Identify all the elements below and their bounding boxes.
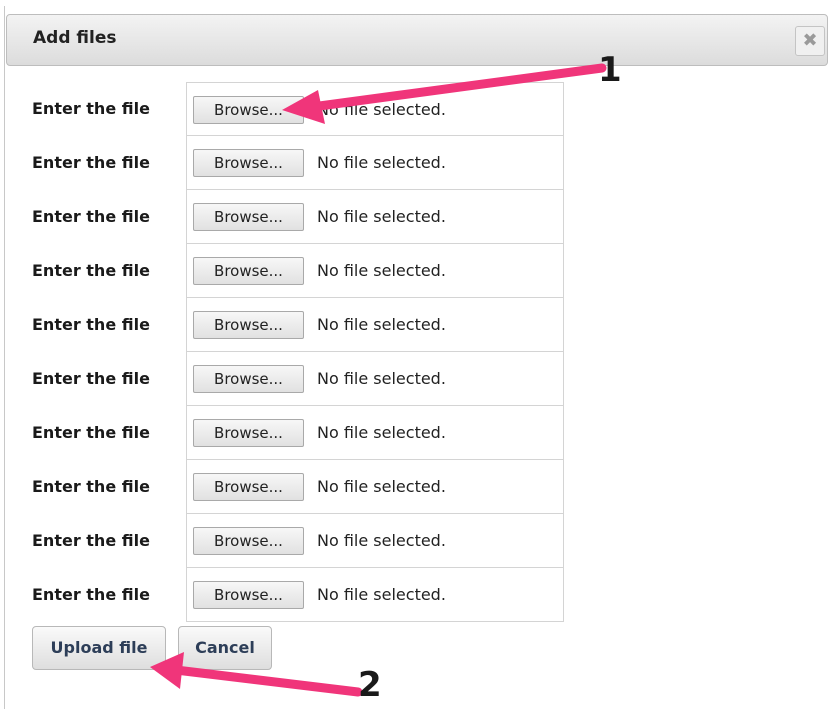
file-input[interactable]: Browse... No file selected. [186,298,564,352]
file-input[interactable]: Browse... No file selected. [186,244,564,298]
callout-number: 2 [358,665,382,705]
file-status: No file selected. [317,531,446,550]
file-input[interactable]: Browse... No file selected. [186,460,564,514]
file-input[interactable]: Browse... No file selected. [186,82,564,136]
file-row-label: Enter the file [32,369,150,388]
file-status: No file selected. [317,585,446,604]
file-input[interactable]: Browse... No file selected. [186,568,564,622]
file-status: No file selected. [317,207,446,226]
callout-number: 1 [598,50,622,90]
browse-button[interactable]: Browse... [193,473,304,501]
file-input[interactable]: Browse... No file selected. [186,352,564,406]
file-row-label: Enter the file [32,585,150,604]
upload-file-button[interactable]: Upload file [32,626,166,670]
file-row-label: Enter the file [32,153,150,172]
browse-button[interactable]: Browse... [193,527,304,555]
file-input[interactable]: Browse... No file selected. [186,136,564,190]
dialog-title: Add files [33,28,117,48]
dialog-titlebar[interactable]: Add files ✖ [6,14,828,66]
file-row-label: Enter the file [32,531,150,550]
browse-button[interactable]: Browse... [193,203,304,231]
file-status: No file selected. [317,477,446,496]
browse-button[interactable]: Browse... [193,311,304,339]
file-status: No file selected. [317,261,446,280]
file-status: No file selected. [317,100,446,119]
browse-button[interactable]: Browse... [193,96,304,124]
browse-button[interactable]: Browse... [193,419,304,447]
file-input[interactable]: Browse... No file selected. [186,190,564,244]
file-input[interactable]: Browse... No file selected. [186,514,564,568]
browse-button[interactable]: Browse... [193,257,304,285]
file-status: No file selected. [317,369,446,388]
file-input[interactable]: Browse... No file selected. [186,406,564,460]
file-row-label: Enter the file [32,99,150,118]
file-row-label: Enter the file [32,207,150,226]
file-status: No file selected. [317,153,446,172]
cancel-button[interactable]: Cancel [178,626,272,670]
browse-button[interactable]: Browse... [193,365,304,393]
file-status: No file selected. [317,315,446,334]
browse-button[interactable]: Browse... [193,149,304,177]
browse-button[interactable]: Browse... [193,581,304,609]
file-status: No file selected. [317,423,446,442]
file-row-label: Enter the file [32,261,150,280]
file-row-label: Enter the file [32,423,150,442]
file-row-label: Enter the file [32,315,150,334]
close-icon[interactable]: ✖ [795,26,825,56]
file-row-label: Enter the file [32,477,150,496]
